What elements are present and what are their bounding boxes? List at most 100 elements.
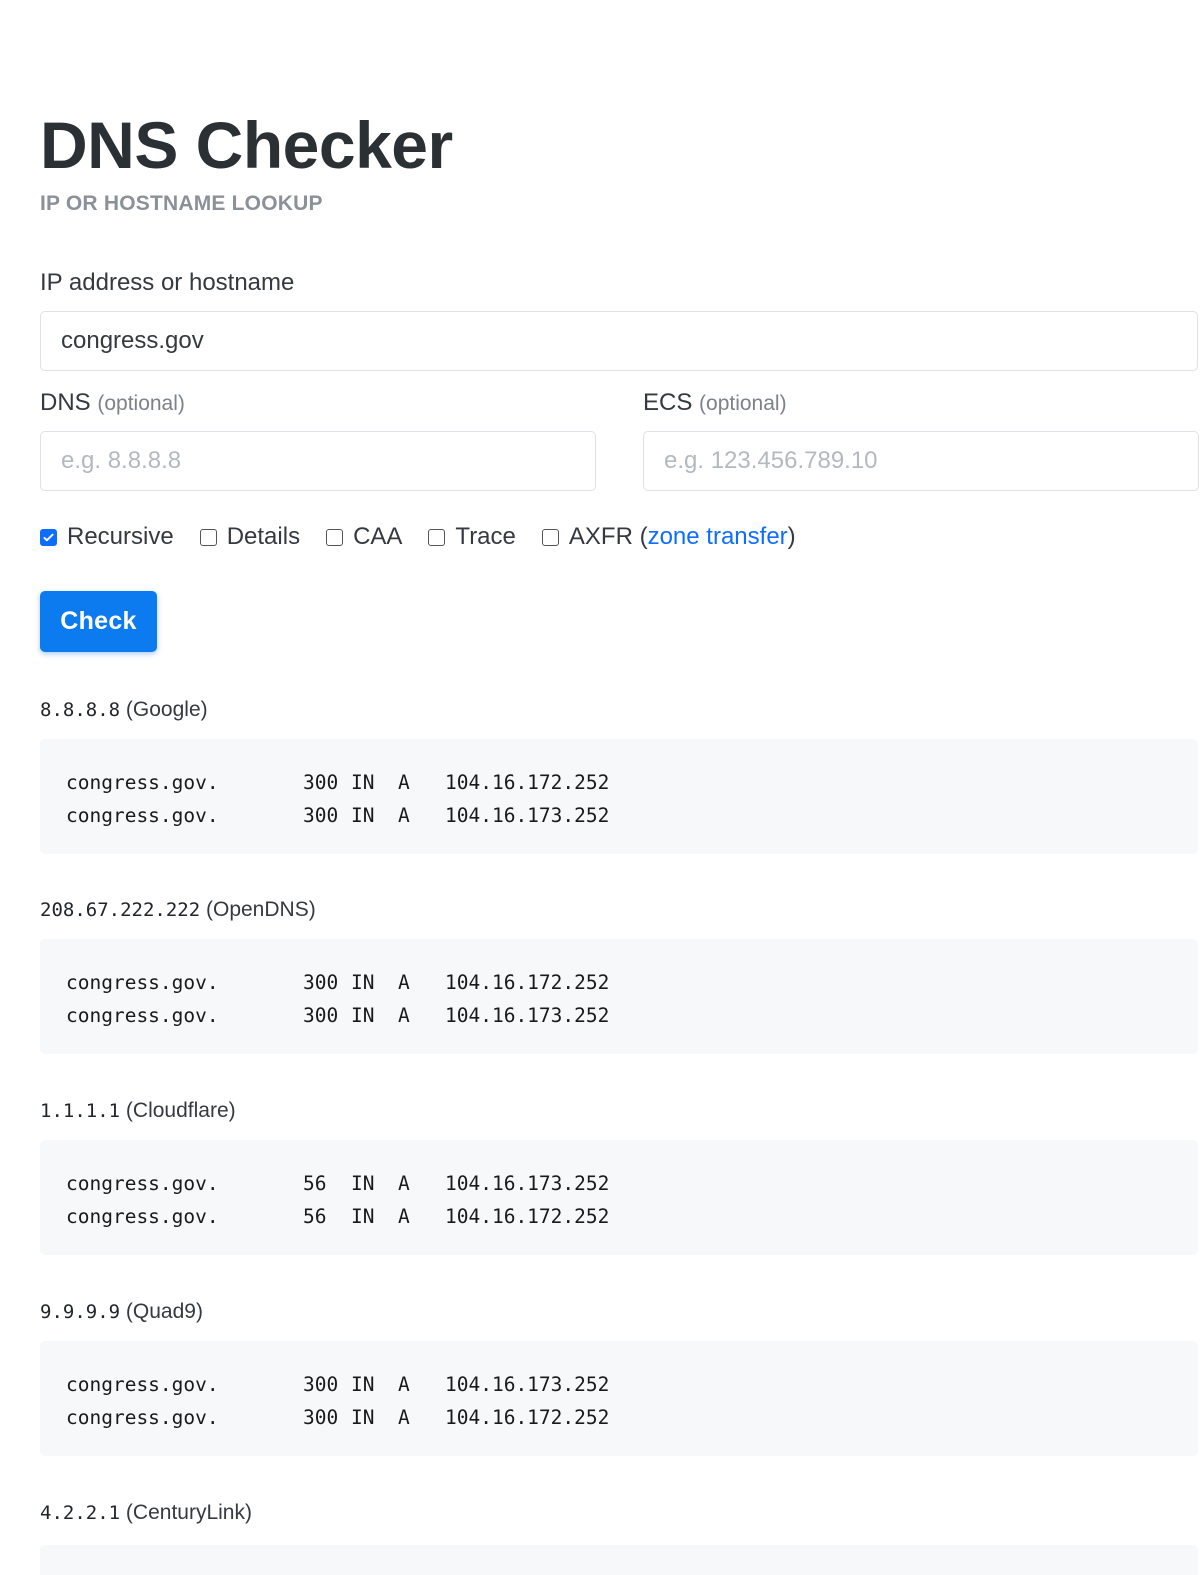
- result-records: congress.gov. 56 IN A 104.16.173.252 congres…: [40, 1140, 1198, 1255]
- trace-label: Trace: [455, 523, 516, 550]
- record-type: A: [398, 1373, 410, 1396]
- record-name: congress.gov.: [66, 1406, 219, 1429]
- result-heading: 9.9.9.9 (Quad9): [40, 1300, 1198, 1324]
- result-heading: 1.1.1.1 (Cloudflare): [40, 1099, 1198, 1123]
- ecs-field-group: ECS (optional) e.g. 123.456.789.10: [643, 389, 1199, 491]
- host-input[interactable]: congress.gov: [40, 311, 1198, 371]
- record-row: congress.gov. 300 IN A 104.16.172.252: [66, 966, 1198, 999]
- record-value: 104.16.172.252: [445, 1406, 610, 1429]
- option-recursive[interactable]: Recursive: [40, 523, 174, 551]
- resolver-ip: 208.67.222.222: [40, 899, 201, 921]
- record-value: 104.16.172.252: [445, 971, 610, 994]
- ecs-optional-hint: (optional): [699, 392, 787, 415]
- record-value: 104.16.172.252: [445, 1205, 610, 1228]
- dns-input[interactable]: e.g. 8.8.8.8: [40, 431, 596, 491]
- page-title: DNS Checker: [40, 108, 453, 182]
- resolver-provider: (OpenDNS): [206, 898, 316, 921]
- page: DNS Checker IP OR HOSTNAME LOOKUP IP add…: [0, 0, 1199, 652]
- dns-field-group: DNS (optional) e.g. 8.8.8.8: [40, 389, 596, 491]
- result-records: congress.gov. 300 IN A 104.16.172.252 congre…: [40, 939, 1198, 1054]
- record-row: congress.gov. 300 IN A 104.16.173.252: [66, 799, 1198, 832]
- resolver-provider: (Cloudflare): [125, 1099, 236, 1122]
- record-value: 104.16.173.252: [445, 1373, 610, 1396]
- option-axfr[interactable]: AXFR (zone transfer): [541, 523, 796, 551]
- resolver-provider: (CenturyLink): [125, 1501, 252, 1524]
- record-class: IN: [351, 1406, 375, 1429]
- dns-label: DNS (optional): [40, 389, 596, 417]
- record-class: IN: [351, 771, 375, 794]
- resolver-ip: 4.2.2.1: [40, 1502, 121, 1524]
- result-centurylink: 4.2.2.1 (CenturyLink): [40, 1501, 1198, 1575]
- caa-checkbox[interactable]: [326, 528, 344, 546]
- option-details[interactable]: Details: [199, 523, 301, 551]
- recursive-label: Recursive: [67, 523, 174, 550]
- checkmark-icon: [43, 533, 54, 541]
- result-quad9: 9.9.9.9 (Quad9) congress.gov. 300 IN A 104.1…: [40, 1300, 1198, 1456]
- result-records: congress.gov. 300 IN A 104.16.173.252 congre…: [40, 1341, 1198, 1456]
- result-records: [40, 1545, 1198, 1575]
- record-value: 104.16.173.252: [445, 1004, 610, 1027]
- axfr-label: AXFR: [568, 523, 633, 550]
- axfr-paren-open: (: [639, 523, 648, 550]
- record-ttl: 300: [303, 804, 339, 827]
- record-class: IN: [351, 1373, 375, 1396]
- resolver-ip: 1.1.1.1: [40, 1100, 121, 1122]
- result-records: congress.gov. 300 IN A 104.16.172.252 congre…: [40, 739, 1198, 854]
- host-label: IP address or hostname: [40, 269, 295, 296]
- record-value: 104.16.173.252: [445, 1172, 610, 1195]
- record-ttl: 300: [303, 1004, 339, 1027]
- axfr-checkbox[interactable]: [541, 528, 559, 546]
- record-name: congress.gov.: [66, 971, 219, 994]
- record-ttl: 300: [303, 1373, 339, 1396]
- record-name: congress.gov.: [66, 771, 219, 794]
- trace-checkbox[interactable]: [428, 528, 446, 546]
- resolver-ip: 9.9.9.9: [40, 1301, 121, 1323]
- option-caa[interactable]: CAA: [326, 523, 402, 551]
- details-checkbox[interactable]: [199, 528, 217, 546]
- record-ttl: 300: [303, 771, 339, 794]
- resolver-ip: 8.8.8.8: [40, 699, 121, 721]
- record-value: 104.16.173.252: [445, 804, 610, 827]
- record-ttl: 56: [303, 1205, 327, 1228]
- record-type: A: [398, 1004, 410, 1027]
- caa-label: CAA: [353, 523, 403, 550]
- record-ttl: 56: [303, 1172, 327, 1195]
- result-opendns: 208.67.222.222 (OpenDNS) congress.gov. 30…: [40, 898, 1198, 1054]
- record-name: congress.gov.: [66, 1205, 219, 1228]
- dns-label-text: DNS: [40, 389, 91, 416]
- record-name: congress.gov.: [66, 804, 219, 827]
- zone-transfer-link[interactable]: zone transfer: [648, 523, 788, 551]
- record-row: congress.gov. 56 IN A 104.16.172.252: [66, 1200, 1198, 1233]
- ecs-label: ECS (optional): [643, 389, 1199, 417]
- result-heading: 8.8.8.8 (Google): [40, 698, 1198, 722]
- page-subtitle: IP OR HOSTNAME LOOKUP: [40, 192, 323, 215]
- record-type: A: [398, 971, 410, 994]
- axfr-paren-close: ): [787, 523, 796, 550]
- record-type: A: [398, 1172, 410, 1195]
- details-label: Details: [226, 523, 301, 550]
- record-ttl: 300: [303, 971, 339, 994]
- optional-fields: DNS (optional) e.g. 8.8.8.8 ECS (optiona…: [40, 389, 1199, 491]
- resolver-provider: (Google): [125, 698, 208, 721]
- record-row: congress.gov. 56 IN A 104.16.173.252: [66, 1167, 1198, 1200]
- record-ttl: 300: [303, 1406, 339, 1429]
- record-class: IN: [351, 1004, 375, 1027]
- ecs-input[interactable]: e.g. 123.456.789.10: [643, 431, 1199, 491]
- record-value: 104.16.172.252: [445, 771, 610, 794]
- recursive-checkbox[interactable]: [40, 528, 57, 546]
- ecs-label-text: ECS: [643, 389, 693, 416]
- record-type: A: [398, 771, 410, 794]
- record-type: A: [398, 804, 410, 827]
- record-row: congress.gov. 300 IN A 104.16.173.252: [66, 999, 1198, 1032]
- option-trace[interactable]: Trace: [428, 523, 516, 551]
- options-row: Recursive Details CAA Trace AXFR (zone t…: [40, 523, 1198, 551]
- record-type: A: [398, 1406, 410, 1429]
- record-class: IN: [351, 1205, 375, 1228]
- record-row: congress.gov. 300 IN A 104.16.172.252: [66, 1401, 1198, 1434]
- record-row: congress.gov. 300 IN A 104.16.173.252: [66, 1368, 1198, 1401]
- record-class: IN: [351, 1172, 375, 1195]
- record-type: A: [398, 1205, 410, 1228]
- check-button[interactable]: Check: [40, 591, 157, 652]
- resolver-provider: (Quad9): [125, 1300, 203, 1323]
- record-class: IN: [351, 804, 375, 827]
